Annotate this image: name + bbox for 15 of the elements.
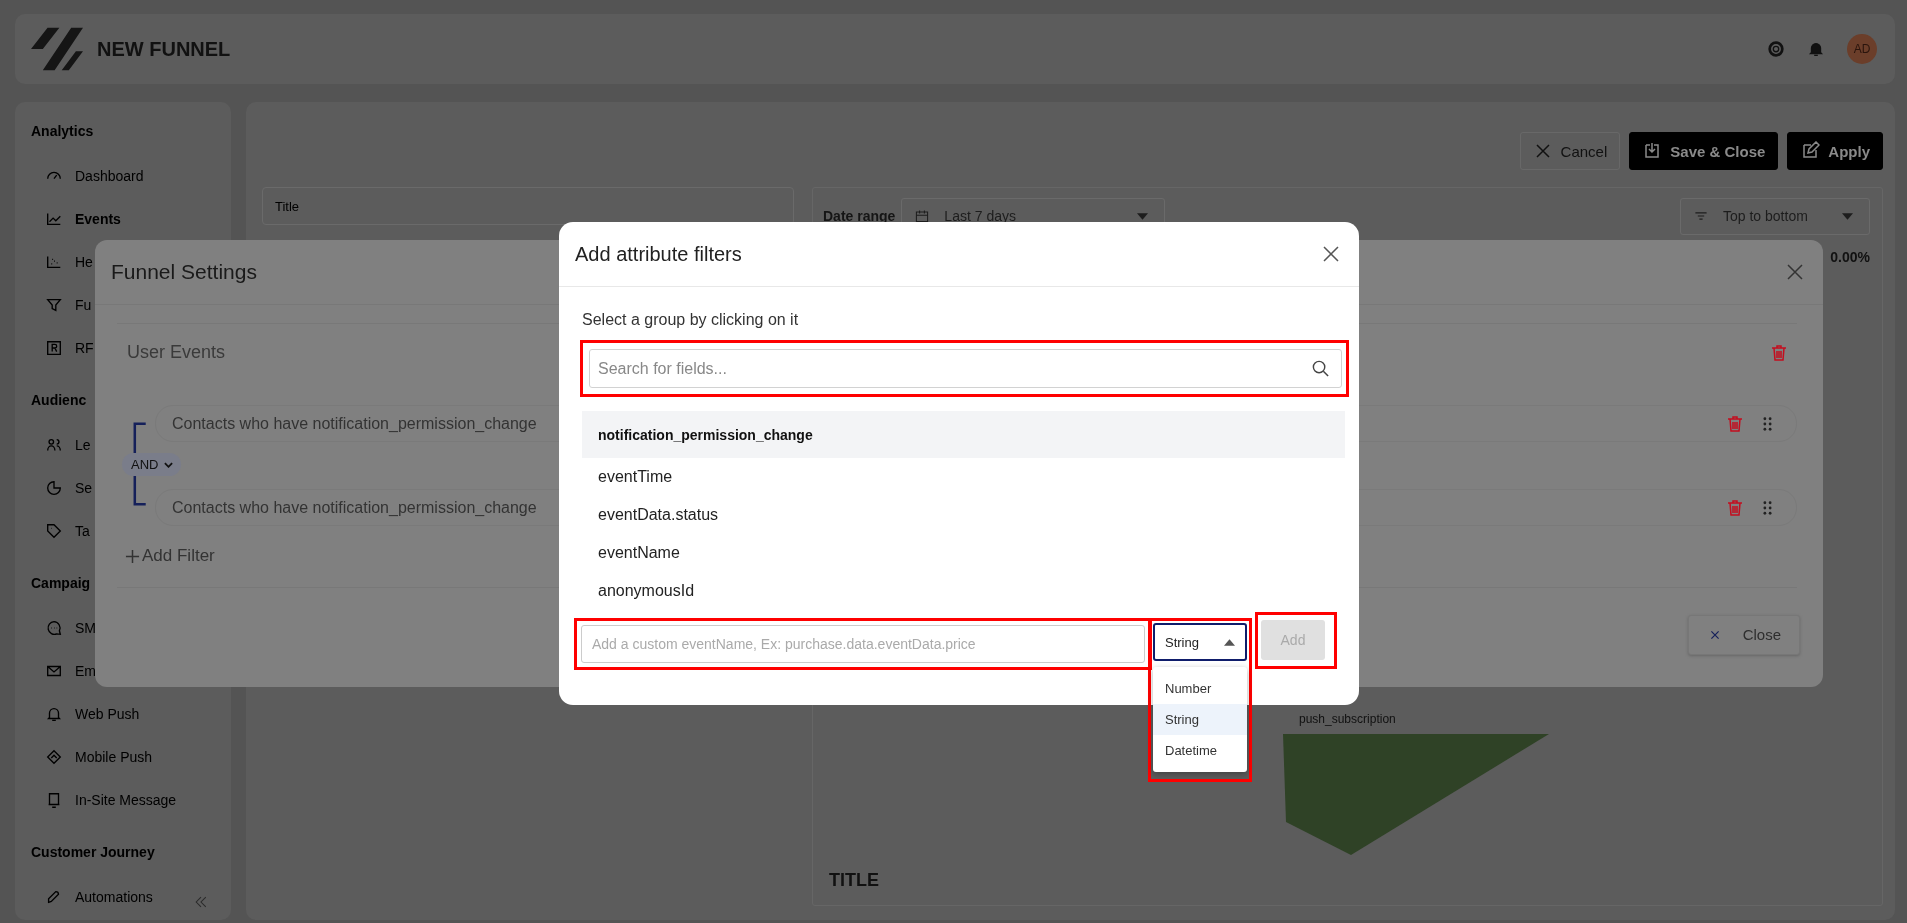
dialog-title: Funnel Settings	[111, 260, 257, 284]
section-title: User Events	[127, 342, 226, 363]
sidebar-section-title: Audienc	[31, 391, 87, 410]
page-title: NEW FUNNEL	[97, 37, 231, 61]
sidebar-section-title: Customer Journey	[31, 843, 155, 862]
sidebar-section-title: Analytics	[31, 122, 94, 141]
date-range-label: Date range	[823, 208, 896, 224]
sidebar-section-title: Campaig	[31, 574, 91, 593]
filter-text: Contacts who have notification_permission_change	[172, 498, 537, 517]
conversion-rate: 0.00%	[1830, 249, 1870, 265]
chart-title: TITLE	[828, 869, 880, 892]
dialog-title: Add attribute filters	[575, 242, 742, 266]
instruction-text: Select a group by clicking on it	[582, 311, 800, 329]
funnel-step-label: push_subscription	[1299, 712, 1396, 726]
filter-text: Contacts who have notification_permission_change	[172, 414, 537, 433]
